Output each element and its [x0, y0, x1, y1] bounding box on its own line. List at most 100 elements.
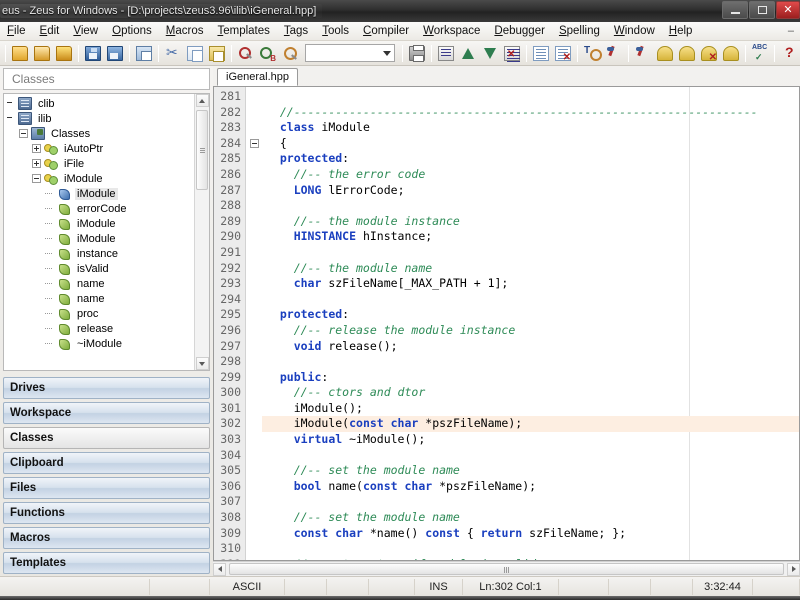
code-line[interactable]: protected: — [262, 151, 799, 167]
tree-item[interactable]: iModule — [6, 231, 194, 246]
spell-check-button[interactable] — [749, 43, 771, 64]
code-line[interactable]: const char *name() const { return szFile… — [262, 526, 799, 542]
new-window-button[interactable] — [133, 43, 155, 64]
code-line[interactable]: //-- the module name — [262, 261, 799, 277]
cut-button[interactable] — [162, 43, 184, 64]
scroll-down-button[interactable] — [196, 357, 209, 370]
editor-horizontal-scrollbar[interactable] — [213, 561, 800, 576]
code-line[interactable]: char szFileName[_MAX_PATH + 1]; — [262, 276, 799, 292]
dock-button-macros[interactable]: Macros — [3, 527, 210, 549]
tree-vertical-scrollbar[interactable] — [194, 94, 209, 370]
dock-button-functions[interactable]: Functions — [3, 502, 210, 524]
tree-item[interactable]: proc — [6, 306, 194, 321]
menu-item-templates[interactable]: Templates — [210, 23, 276, 39]
tree-item[interactable]: isValid — [6, 261, 194, 276]
menu-item-options[interactable]: Options — [105, 23, 159, 39]
tree-item[interactable]: clib — [6, 96, 194, 111]
menu-item-tags[interactable]: Tags — [277, 23, 315, 39]
chevron-down-icon[interactable] — [383, 51, 391, 56]
tag-list-button[interactable] — [530, 43, 552, 64]
code-editor[interactable]: 2812822832842852862872882892902912922932… — [213, 87, 800, 561]
mdi-restore-button[interactable]: – — [788, 25, 794, 37]
code-line[interactable]: //-- set the module name — [262, 463, 799, 479]
menu-item-help[interactable]: Help — [662, 23, 700, 39]
tree-item[interactable]: errorCode — [6, 201, 194, 216]
tag-find-button[interactable] — [581, 43, 603, 64]
editor-tab[interactable]: iGeneral.hpp — [217, 68, 298, 86]
dock-button-templates[interactable]: Templates — [3, 552, 210, 574]
code-line[interactable]: iModule(); — [262, 401, 799, 417]
menu-item-debugger[interactable]: Debugger — [487, 23, 552, 39]
tree-item[interactable]: iFile — [6, 156, 194, 171]
tree-item[interactable]: name — [6, 291, 194, 306]
minimize-button[interactable] — [722, 1, 748, 19]
tree-item[interactable]: iAutoPtr — [6, 141, 194, 156]
bookmark-prev-button[interactable] — [457, 43, 479, 64]
scroll-up-button[interactable] — [196, 94, 209, 107]
save-all-button[interactable] — [104, 43, 126, 64]
find-combo-box[interactable] — [305, 44, 395, 62]
classes-tree[interactable]: clibilibClassesiAutoPtriFileiModuleiModu… — [4, 94, 194, 370]
fold-collapse-icon[interactable] — [250, 139, 259, 148]
tree-item[interactable]: iModule — [6, 216, 194, 231]
save-button[interactable] — [82, 43, 104, 64]
bookmark-next-button[interactable] — [479, 43, 501, 64]
open-workspace-button[interactable] — [53, 43, 75, 64]
tag-next-button[interactable] — [632, 43, 654, 64]
replace-button[interactable] — [257, 43, 279, 64]
code-line[interactable] — [262, 198, 799, 214]
scroll-right-button[interactable] — [787, 563, 800, 576]
compile-button[interactable] — [654, 43, 676, 64]
open-file-button[interactable] — [9, 43, 31, 64]
menu-item-spelling[interactable]: Spelling — [552, 23, 607, 39]
collapse-icon[interactable] — [32, 174, 41, 183]
code-line[interactable]: //-- ctors and dtor — [262, 385, 799, 401]
code-line[interactable] — [262, 292, 799, 308]
code-line[interactable]: //-- return true if module is valid — [262, 557, 799, 560]
menu-item-file[interactable]: File — [0, 23, 33, 39]
tag-delete-button[interactable] — [552, 43, 574, 64]
code-line[interactable]: bool name(const char *pszFileName); — [262, 479, 799, 495]
dock-button-drives[interactable]: Drives — [3, 377, 210, 399]
code-line[interactable]: class iModule — [262, 120, 799, 136]
tree-item[interactable]: ~iModule — [6, 336, 194, 351]
code-line[interactable]: //-- release the module instance — [262, 323, 799, 339]
code-line[interactable]: //-- the module instance — [262, 214, 799, 230]
dock-button-files[interactable]: Files — [3, 477, 210, 499]
code-line[interactable] — [262, 541, 799, 557]
code-line[interactable]: { — [262, 136, 799, 152]
status-resize-grip[interactable] — [753, 579, 800, 595]
find-next-button[interactable] — [279, 43, 301, 64]
tag-prev-button[interactable] — [603, 43, 625, 64]
find-button[interactable] — [235, 43, 257, 64]
tree-item[interactable]: iModule — [6, 171, 194, 186]
menu-item-workspace[interactable]: Workspace — [416, 23, 487, 39]
code-line[interactable] — [262, 245, 799, 261]
code-line[interactable]: virtual ~iModule(); — [262, 432, 799, 448]
scroll-left-button[interactable] — [213, 563, 226, 576]
collapse-icon[interactable] — [19, 129, 28, 138]
expand-icon[interactable] — [32, 159, 41, 168]
close-button[interactable]: ✕ — [776, 1, 800, 19]
maximize-button[interactable] — [749, 1, 775, 19]
help-button[interactable] — [778, 43, 800, 64]
tree-item[interactable]: name — [6, 276, 194, 291]
code-line[interactable]: //-- set the module name — [262, 510, 799, 526]
copy-button[interactable] — [184, 43, 206, 64]
tree-item[interactable]: iModule — [6, 186, 194, 201]
code-line[interactable]: public: — [262, 370, 799, 386]
tree-item[interactable]: Classes — [6, 126, 194, 141]
menu-item-window[interactable]: Window — [607, 23, 662, 39]
fold-cell[interactable] — [246, 139, 262, 155]
stop-build-button[interactable] — [698, 43, 720, 64]
menu-item-macros[interactable]: Macros — [159, 23, 211, 39]
run-button[interactable] — [720, 43, 742, 64]
bookmark-toggle-button[interactable] — [435, 43, 457, 64]
menu-item-edit[interactable]: Edit — [33, 23, 67, 39]
build-button[interactable] — [676, 43, 698, 64]
paste-button[interactable] — [206, 43, 228, 64]
code-line[interactable] — [262, 89, 799, 105]
fold-margin[interactable] — [246, 87, 262, 560]
hscrollbar-thumb[interactable] — [229, 563, 784, 575]
menu-item-view[interactable]: View — [66, 23, 105, 39]
